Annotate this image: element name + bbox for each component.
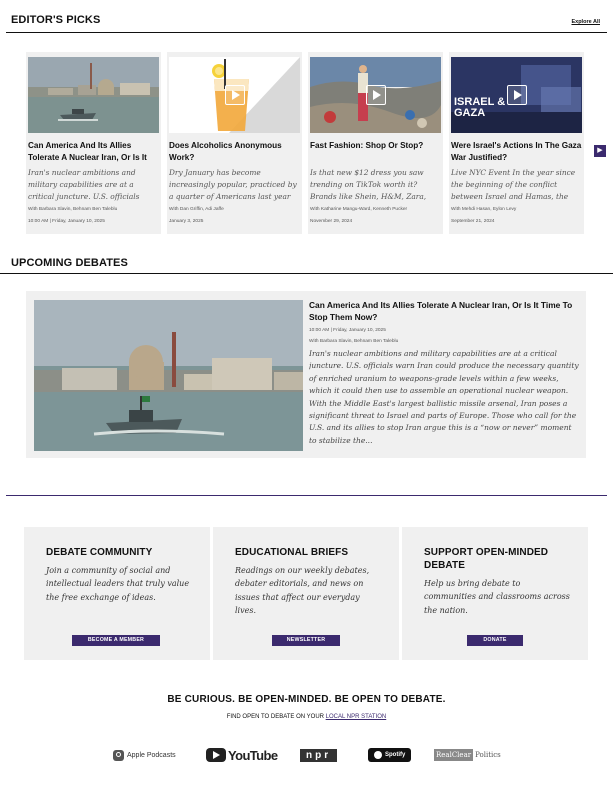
editors-picks-carousel: Can America And Its Allies Tolerate A Nu… bbox=[26, 52, 586, 234]
card-debaters: With Katharine Mangu-Ward, Kenneth Pucke… bbox=[310, 207, 408, 212]
card-date: September 21, 2024 bbox=[451, 219, 495, 224]
debate-title[interactable]: Can America And Its Allies Tolerate A Nu… bbox=[309, 299, 579, 323]
npr-logo[interactable]: npr bbox=[300, 744, 338, 766]
debate-card[interactable]: ISRAEL & GAZA Were Israel's Actions In T… bbox=[449, 52, 584, 234]
realclear-politics-logo[interactable]: RealClear Politics bbox=[434, 744, 501, 766]
find-text: FIND OPEN TO DEBATE ON YOUR bbox=[226, 714, 326, 720]
debate-card[interactable]: Can America And Its Allies Tolerate A Nu… bbox=[26, 52, 161, 234]
card-description: Iran's nuclear ambitions and military ca… bbox=[28, 168, 140, 202]
info-body: Join a community of social and intellect… bbox=[46, 566, 190, 602]
debate-description: Iran's nuclear ambitions and military ca… bbox=[309, 349, 579, 445]
section-title: EDITOR'S PICKS bbox=[11, 14, 101, 26]
info-body: Help us bring debate to communities and … bbox=[424, 579, 570, 615]
npr-label: npr bbox=[300, 748, 338, 762]
card-title[interactable]: Fast Fashion: Shop Or Stop? bbox=[310, 140, 441, 164]
card-debaters: With Barbara Slavin, Behnam Ben Taleblu bbox=[28, 207, 118, 212]
find-station: FIND OPEN TO DEBATE ON YOUR LOCAL NPR ST… bbox=[0, 714, 613, 720]
info-heading: EDUCATIONAL BRIEFS bbox=[235, 547, 349, 558]
debate-image[interactable] bbox=[34, 300, 303, 451]
carousel-next-icon[interactable]: ▶ bbox=[594, 145, 606, 157]
upcoming-debates-header: UPCOMING DEBATES bbox=[0, 257, 613, 277]
debate-card[interactable]: Fast Fashion: Shop Or Stop? Is that new … bbox=[308, 52, 443, 234]
overlay-title: ISRAEL & GAZA bbox=[454, 96, 506, 119]
card-description: Is that new $12 dress you saw trending o… bbox=[310, 168, 427, 202]
motto: BE CURIOUS. BE OPEN-MINDED. BE OPEN TO D… bbox=[167, 694, 446, 705]
card-debaters: With Mehdi Hasan, Eylon Levy bbox=[451, 207, 517, 212]
local-npr-station-link[interactable]: LOCAL NPR STATION bbox=[326, 714, 387, 720]
divider bbox=[6, 495, 607, 496]
divider bbox=[0, 273, 613, 274]
podcast-icon bbox=[113, 749, 124, 761]
play-icon[interactable] bbox=[507, 85, 527, 105]
spotify-badge: Spotify bbox=[368, 748, 412, 762]
spotify-label: Spotify bbox=[385, 752, 406, 758]
politics-label: Politics bbox=[475, 751, 501, 759]
info-box-support: SUPPORT OPEN-MINDED DEBATE Help us bring… bbox=[402, 527, 588, 660]
explore-all-link[interactable]: Explore All bbox=[571, 19, 600, 25]
card-date: November 29, 2024 bbox=[310, 219, 353, 224]
apple-podcasts-logo[interactable]: Apple Podcasts bbox=[113, 744, 176, 766]
card-debaters: With Dan Griffin, Adi Jaffe bbox=[169, 207, 224, 212]
debate-card[interactable]: Does Alcoholics Anonymous Work? Dry Janu… bbox=[167, 52, 302, 234]
editors-picks-header: EDITOR'S PICKS bbox=[0, 14, 613, 34]
youtube-logo[interactable]: YouTube bbox=[206, 744, 278, 766]
card-image[interactable] bbox=[169, 57, 300, 133]
spotify-logo[interactable]: Spotify bbox=[368, 744, 412, 766]
info-box-briefs: EDUCATIONAL BRIEFS Readings on our weekl… bbox=[213, 527, 399, 660]
debate-date: 10:00 AM | Friday, January 10, 2025 bbox=[309, 328, 386, 333]
debate-debaters: With Barbara Slavin, Behnam Ben Taleblu bbox=[309, 339, 399, 344]
card-title[interactable]: Does Alcoholics Anonymous Work? bbox=[169, 140, 300, 164]
spotify-icon bbox=[374, 751, 382, 759]
youtube-play-icon bbox=[206, 748, 226, 762]
youtube-label: YouTube bbox=[228, 747, 278, 763]
card-description: Live NYC Event In the year since the beg… bbox=[451, 168, 576, 202]
info-heading: SUPPORT OPEN-MINDED DEBATE bbox=[424, 547, 549, 571]
info-heading: DEBATE COMMUNITY bbox=[46, 547, 153, 558]
apple-podcasts-label: Apple Podcasts bbox=[127, 751, 176, 759]
card-date: January 3, 2025 bbox=[169, 219, 204, 224]
play-icon[interactable] bbox=[366, 85, 386, 105]
card-title[interactable]: Can America And Its Allies Tolerate A Nu… bbox=[28, 140, 159, 164]
play-icon[interactable] bbox=[225, 85, 245, 105]
upcoming-debate-card[interactable]: Can America And Its Allies Tolerate A Nu… bbox=[26, 291, 586, 458]
info-body: Readings on our weekly debates, debater … bbox=[235, 566, 370, 615]
card-date: 10:00 AM | Friday, January 10, 2025 bbox=[28, 219, 105, 224]
divider bbox=[6, 32, 607, 33]
realclear-label: RealClear bbox=[434, 749, 474, 761]
newsletter-button[interactable]: NEWSLETTER bbox=[272, 635, 340, 646]
platform-logos: Apple Podcasts YouTube npr Spotify RealC… bbox=[0, 744, 613, 766]
donate-button[interactable]: DONATE bbox=[467, 635, 523, 646]
become-member-button[interactable]: BECOME A MEMBER bbox=[72, 635, 160, 646]
card-description: Dry January has become increasingly popu… bbox=[169, 168, 297, 202]
section-title: UPCOMING DEBATES bbox=[11, 257, 128, 269]
card-image[interactable] bbox=[310, 57, 441, 133]
card-image[interactable] bbox=[28, 57, 159, 133]
card-title[interactable]: Were Israel's Actions In The Gaza War Ju… bbox=[451, 140, 582, 164]
info-box-community: DEBATE COMMUNITY Join a community of soc… bbox=[24, 527, 210, 660]
card-image[interactable]: ISRAEL & GAZA bbox=[451, 57, 582, 133]
